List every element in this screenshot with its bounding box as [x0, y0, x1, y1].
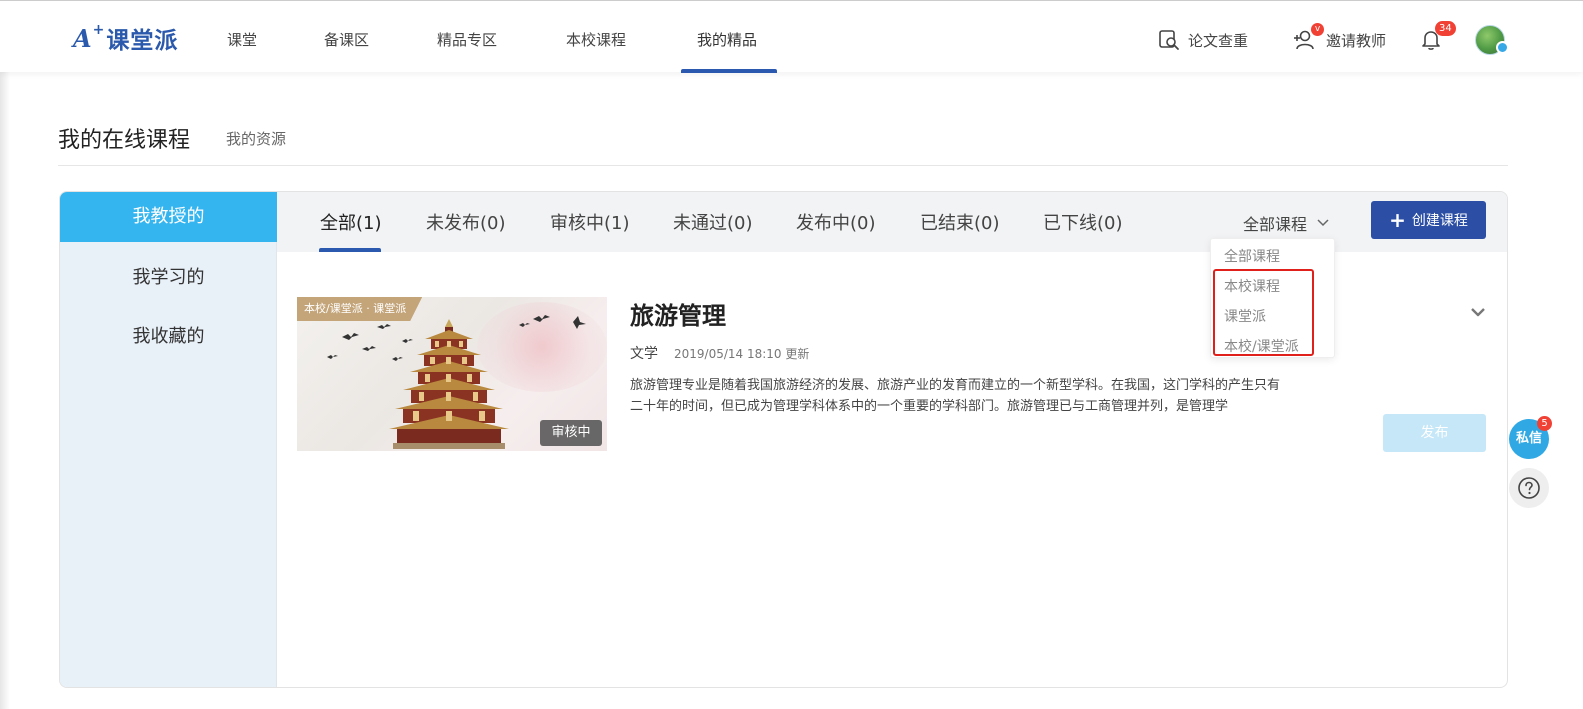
left-edge-shadow	[0, 0, 10, 709]
logo-letter: A	[73, 23, 93, 53]
nav-item-lesson-prep[interactable]: 备课区	[324, 29, 369, 73]
my-resources-link[interactable]: 我的资源	[226, 128, 286, 149]
sidebar: 我教授的 我学习的 我收藏的	[60, 192, 277, 687]
help-button[interactable]	[1509, 468, 1549, 508]
nav-active-indicator	[681, 69, 777, 73]
sidebar-item-teaching[interactable]: 我教授的	[60, 192, 277, 242]
course-title[interactable]: 旅游管理	[630, 296, 726, 331]
nav-item-my-featured[interactable]: 我的精品	[697, 29, 757, 73]
message-count-badge: 5	[1537, 416, 1552, 431]
invite-badge: v	[1311, 23, 1324, 36]
course-source-tag: 本校/课堂派 · 课堂派	[297, 297, 422, 321]
expand-chevron-icon[interactable]	[1470, 306, 1486, 318]
course-meta: 文学 2019/05/14 18:10 更新	[630, 343, 809, 363]
course-category: 文学	[630, 346, 658, 362]
tab-under-review[interactable]: 审核中(1)	[550, 209, 630, 252]
plagiarism-check-link[interactable]: 论文查重	[1158, 29, 1248, 51]
invite-teacher-link[interactable]: 邀请教师	[1292, 29, 1386, 51]
course-thumbnail[interactable]: 本校/课堂派 · 课堂派 审核中	[297, 297, 607, 451]
course-status-badge: 审核中	[540, 420, 602, 446]
verified-check-icon	[1496, 41, 1509, 54]
create-course-label: 创建课程	[1411, 213, 1468, 229]
dropdown-option-all[interactable]: 全部课程	[1224, 246, 1280, 266]
tab-offline[interactable]: 已下线(0)	[1043, 209, 1123, 252]
tab-unpublished[interactable]: 未发布(0)	[426, 209, 506, 252]
tab-all[interactable]: 全部(1)	[320, 209, 382, 252]
page-title: 我的在线课程	[58, 128, 191, 153]
plus-icon: +	[1389, 208, 1406, 232]
dropdown-highlight-box	[1213, 269, 1314, 356]
logo-text: 课堂派	[106, 28, 179, 54]
publish-button[interactable]: 发布	[1383, 414, 1486, 452]
course-description: 旅游管理专业是随着我国旅游经济的发展、旅游产业的发育而建立的一个新型学科。在我国…	[630, 378, 1281, 414]
nav-item-classroom[interactable]: 课堂	[227, 29, 257, 73]
course-source-selected: 全部课程	[1243, 215, 1308, 234]
logo-plus: +	[92, 22, 106, 38]
tab-rejected[interactable]: 未通过(0)	[673, 209, 753, 252]
sidebar-item-learning[interactable]: 我学习的	[60, 253, 277, 303]
invite-teacher-label: 邀请教师	[1326, 31, 1387, 50]
tab-publishing[interactable]: 发布中(0)	[796, 209, 876, 252]
document-search-icon	[1159, 30, 1179, 50]
top-navigation-bar: A + 课堂派 课堂 备课区 精品专区 本校课程 我的精品 论文查重 邀请教师 …	[0, 0, 1583, 73]
nav-item-school-courses[interactable]: 本校课程	[566, 29, 626, 73]
sidebar-item-favorites[interactable]: 我收藏的	[60, 312, 277, 362]
notification-count-badge: 34	[1435, 21, 1456, 36]
heading-divider	[58, 165, 1508, 166]
question-circle-icon	[1518, 477, 1540, 499]
course-source-select[interactable]: 全部课程	[1243, 211, 1329, 235]
chevron-down-icon	[1317, 219, 1329, 227]
brand-logo[interactable]: A + 课堂派	[73, 22, 179, 54]
course-updated-time: 2019/05/14 18:10 更新	[674, 347, 810, 361]
tab-ended[interactable]: 已结束(0)	[920, 209, 1000, 252]
tab-active-indicator	[319, 248, 381, 252]
plagiarism-check-label: 论文查重	[1188, 31, 1249, 50]
create-course-button[interactable]: + 创建课程	[1371, 201, 1486, 239]
nav-item-featured-zone[interactable]: 精品专区	[437, 29, 497, 73]
